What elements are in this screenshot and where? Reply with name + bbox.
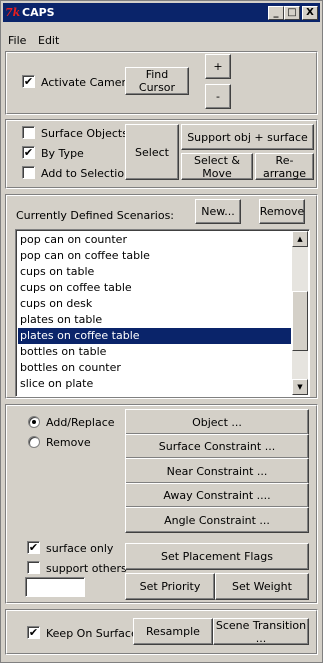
by-type-label: By Type	[41, 147, 84, 160]
add-to-selection-checkbox[interactable]	[22, 166, 35, 179]
set-weight-button[interactable]: Set Weight	[215, 573, 309, 600]
app-icon: 7k	[5, 6, 21, 19]
add-replace-label: Add/Replace	[46, 416, 115, 429]
add-to-selection-label: Add to Selection	[41, 167, 132, 180]
surface-objects-label: Surface Objects	[41, 127, 128, 140]
list-item[interactable]: cups on table	[18, 264, 291, 280]
near-constraint-button[interactable]: Near Constraint ...	[125, 458, 309, 484]
list-scrollbar[interactable]: ▲ ▼	[292, 231, 308, 395]
title-bar[interactable]: 7k CAPS _ □ X	[3, 3, 320, 22]
scroll-down-icon[interactable]: ▼	[292, 379, 308, 395]
maximize-button[interactable]: □	[284, 6, 300, 20]
remove-label: Remove	[46, 436, 91, 449]
radio-dot-icon	[32, 420, 36, 424]
surface-only-label: surface only	[46, 542, 114, 555]
select-button[interactable]: Select	[125, 124, 179, 180]
by-type-checkbox[interactable]: ✔	[22, 146, 35, 159]
list-item[interactable]: bottles on table	[18, 344, 291, 360]
support-others-checkbox[interactable]	[27, 561, 40, 574]
list-item[interactable]: pop can on counter	[18, 232, 291, 248]
find-cursor-button[interactable]: Find Cursor	[125, 67, 189, 95]
support-obj-surface-button[interactable]: Support obj + surface	[181, 124, 314, 150]
set-placement-flags-button[interactable]: Set Placement Flags	[125, 543, 309, 570]
list-item[interactable]: pop can on coffee table	[18, 248, 291, 264]
scroll-thumb[interactable]	[292, 291, 308, 351]
scenarios-label: Currently Defined Scenarios:	[16, 209, 175, 222]
menu-edit[interactable]: Edit	[38, 34, 59, 47]
list-item[interactable]: cups on desk	[18, 296, 291, 312]
list-item[interactable]: cups on coffee table	[18, 280, 291, 296]
surface-objects-checkbox[interactable]	[22, 126, 35, 139]
menu-file[interactable]: File	[8, 34, 26, 47]
scenarios-list[interactable]: pop can on counter pop can on coffee tab…	[15, 229, 310, 397]
list-item-selected[interactable]: plates on coffee table	[18, 328, 291, 344]
list-item[interactable]: bottles on counter	[18, 360, 291, 376]
angle-constraint-button[interactable]: Angle Constraint ...	[125, 507, 309, 533]
caps-window: 7k CAPS _ □ X File Edit ✔ Activate Camer…	[0, 0, 323, 663]
list-item[interactable]: plates on table	[18, 312, 291, 328]
resample-button[interactable]: Resample	[133, 618, 213, 645]
new-scenario-button[interactable]: New...	[195, 199, 241, 224]
select-move-button[interactable]: Select & Move	[181, 153, 253, 180]
scroll-up-icon[interactable]: ▲	[292, 231, 308, 247]
activate-camera-label: Activate Camera	[41, 76, 133, 89]
surface-only-checkbox[interactable]: ✔	[27, 541, 40, 554]
remove-scenario-button[interactable]: Remove	[259, 199, 305, 224]
value-input[interactable]	[25, 577, 85, 597]
window-title: CAPS	[22, 6, 55, 19]
add-replace-radio[interactable]	[28, 416, 40, 428]
surface-constraint-button[interactable]: Surface Constraint ...	[125, 434, 309, 459]
zoom-out-button[interactable]: -	[205, 84, 231, 109]
keep-on-surface-checkbox[interactable]: ✔	[27, 626, 40, 639]
remove-radio[interactable]	[28, 436, 40, 448]
keep-on-surface-label: Keep On Surface	[46, 627, 138, 640]
zoom-in-button[interactable]: +	[205, 54, 231, 79]
set-priority-button[interactable]: Set Priority	[125, 573, 215, 600]
minimize-button[interactable]: _	[268, 6, 284, 20]
away-constraint-button[interactable]: Away Constraint ....	[125, 483, 309, 508]
close-button[interactable]: X	[302, 6, 318, 20]
list-item[interactable]: slice on plate	[18, 376, 291, 392]
support-others-label: support others	[46, 562, 127, 575]
activate-camera-checkbox[interactable]: ✔	[22, 75, 35, 88]
object-button[interactable]: Object ...	[125, 409, 309, 435]
scene-transition-button[interactable]: Scene Transition ...	[213, 618, 309, 645]
rearrange-button[interactable]: Re-arrange	[255, 153, 314, 180]
